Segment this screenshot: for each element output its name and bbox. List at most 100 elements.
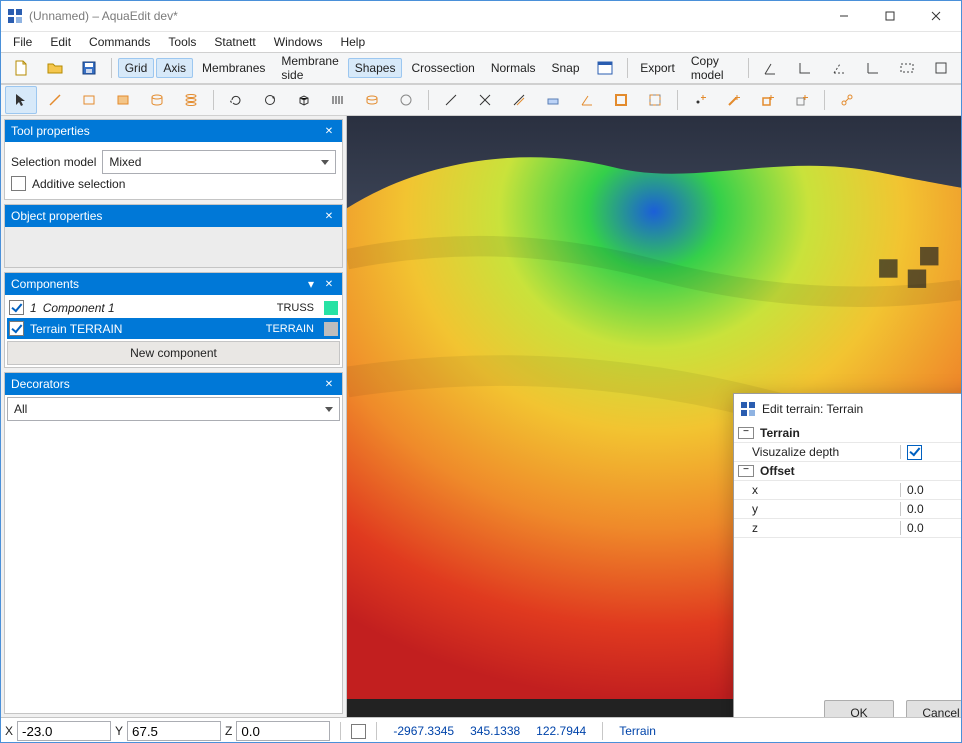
toggle-membranes[interactable]: Membranes [195, 58, 272, 78]
view-tool-6[interactable] [925, 54, 957, 82]
component-visibility-checkbox[interactable] [9, 321, 24, 336]
status-y-input[interactable] [127, 721, 221, 741]
decorators-filter-select[interactable]: All [7, 397, 340, 421]
menubar: File Edit Commands Tools Statnett Window… [1, 32, 961, 52]
tool-region2[interactable] [639, 86, 671, 114]
minimize-button[interactable] [821, 1, 867, 31]
view-tool-3[interactable] [823, 54, 855, 82]
open-file-button[interactable] [39, 54, 71, 82]
tool-split[interactable] [503, 86, 535, 114]
toggle-membrane-side[interactable]: Membrane side [274, 51, 345, 85]
tool-measure[interactable] [322, 86, 354, 114]
view-tool-5[interactable] [891, 54, 923, 82]
close-button[interactable] [913, 1, 959, 31]
dialog-icon [740, 401, 756, 417]
offset-x-value[interactable]: 0.0 [901, 483, 961, 497]
ok-button[interactable]: OK [824, 700, 894, 717]
new-file-button[interactable] [5, 54, 37, 82]
panel-decorators: Decorators✕ All [4, 372, 343, 714]
panel-tool-properties: Tool properties✕ Selection model Mixed A… [4, 119, 343, 200]
tool-point[interactable] [684, 86, 716, 114]
menu-tools[interactable]: Tools [160, 33, 204, 51]
component-color-swatch[interactable] [324, 301, 338, 315]
tool-stack[interactable] [175, 86, 207, 114]
ruler-icon [329, 91, 347, 109]
component-color-swatch[interactable] [324, 322, 338, 336]
3d-viewport[interactable]: Edit terrain: Terrain −Terrain Visuzaliz… [347, 116, 961, 717]
panel-close-icon[interactable]: ✕ [322, 124, 336, 138]
tool-empty-plus[interactable] [786, 86, 818, 114]
rect-fill-icon [114, 91, 132, 109]
tool-plane[interactable] [537, 86, 569, 114]
visualize-depth-checkbox[interactable] [907, 445, 922, 460]
export-button[interactable]: Export [633, 58, 682, 78]
property-grid: −Terrain Visuzalize depth −Offset x0.0 y… [734, 424, 961, 692]
edge-icon [442, 91, 460, 109]
toggle-shapes[interactable]: Shapes [348, 58, 403, 78]
left-sidebar: Tool properties✕ Selection model Mixed A… [1, 116, 347, 717]
status-mode: Terrain [613, 724, 662, 738]
new-component-button[interactable]: New component [7, 341, 340, 365]
tool-rotate[interactable] [220, 86, 252, 114]
toggle-crossection[interactable]: Crossection [404, 58, 481, 78]
prop-label: y [734, 502, 901, 516]
component-visibility-checkbox[interactable] [9, 300, 24, 315]
status-z-input[interactable] [236, 721, 330, 741]
ok-label: OK [850, 706, 867, 717]
panel-title: Decorators [11, 377, 322, 391]
maximize-button[interactable] [867, 1, 913, 31]
panel-close-icon[interactable]: ✕ [322, 277, 336, 291]
tool-cyl[interactable] [141, 86, 173, 114]
tool-edge[interactable] [435, 86, 467, 114]
tool-line[interactable] [39, 86, 71, 114]
panel-menu-icon[interactable]: ▾ [304, 277, 318, 291]
status-lock-checkbox[interactable] [351, 724, 366, 739]
tool-region[interactable] [605, 86, 637, 114]
view-tool-2[interactable] [789, 54, 821, 82]
view-tool-4[interactable] [857, 54, 889, 82]
menu-commands[interactable]: Commands [81, 33, 158, 51]
tool-box[interactable] [288, 86, 320, 114]
prop-label: x [734, 483, 901, 497]
offset-z-value[interactable]: 0.0 [901, 521, 961, 535]
menu-help[interactable]: Help [332, 33, 373, 51]
dialog-title: Edit terrain: Terrain [762, 402, 961, 416]
axis-xy-icon [762, 59, 780, 77]
menu-statnett[interactable]: Statnett [206, 33, 263, 51]
offset-y-value[interactable]: 0.0 [901, 502, 961, 516]
tool-drum[interactable] [356, 86, 388, 114]
component-row[interactable]: Terrain TERRAIN TERRAIN [7, 318, 340, 339]
tool-line-plus[interactable] [718, 86, 750, 114]
view-tool-1[interactable] [755, 54, 787, 82]
group-expander[interactable]: − [738, 427, 754, 439]
component-row[interactable]: 1 Component 1 TRUSS [7, 297, 340, 318]
tool-select[interactable] [5, 86, 37, 114]
status-x-input[interactable] [17, 721, 111, 741]
tool-circle[interactable] [390, 86, 422, 114]
tool-refresh[interactable] [254, 86, 286, 114]
panel-close-icon[interactable]: ✕ [322, 377, 336, 391]
cancel-button[interactable]: Cancel [906, 700, 961, 717]
tool-rect-fill[interactable] [107, 86, 139, 114]
copy-model-button[interactable]: Copy model [684, 51, 742, 85]
tool-link[interactable] [831, 86, 863, 114]
menu-edit[interactable]: Edit [42, 33, 79, 51]
save-button[interactable] [73, 54, 105, 82]
toggle-snap[interactable]: Snap [544, 58, 586, 78]
tool-rect-plus[interactable] [752, 86, 784, 114]
panel-close-icon[interactable]: ✕ [322, 209, 336, 223]
toggle-normals[interactable]: Normals [484, 58, 543, 78]
region2-icon [646, 91, 664, 109]
additive-selection-checkbox[interactable] [11, 176, 26, 191]
group-expander[interactable]: − [738, 465, 754, 477]
line-icon [46, 91, 64, 109]
menu-windows[interactable]: Windows [266, 33, 331, 51]
display-options-button[interactable] [589, 54, 621, 82]
tool-cross[interactable] [469, 86, 501, 114]
menu-file[interactable]: File [5, 33, 40, 51]
tool-angle[interactable] [571, 86, 603, 114]
toggle-axis[interactable]: Axis [156, 58, 193, 78]
toggle-grid[interactable]: Grid [118, 58, 155, 78]
tool-rect[interactable] [73, 86, 105, 114]
selection-model-select[interactable]: Mixed [102, 150, 336, 174]
